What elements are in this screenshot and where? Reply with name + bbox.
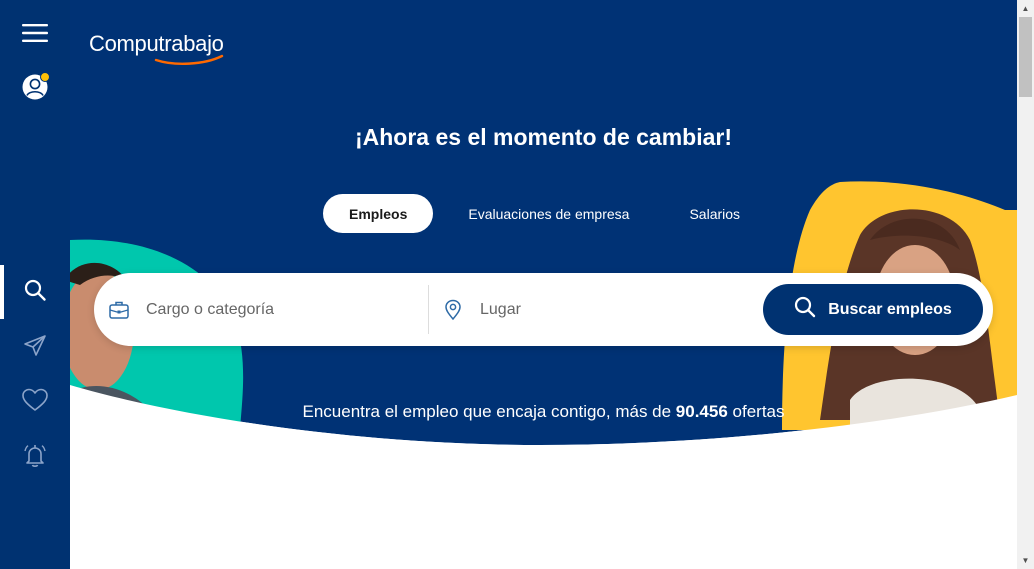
tagline-suffix: ofertas (727, 402, 785, 421)
sidebar-item-alerts[interactable] (0, 431, 70, 481)
job-search-input[interactable] (146, 300, 406, 319)
search-icon (23, 278, 47, 302)
notification-dot (40, 72, 50, 82)
send-icon (22, 333, 48, 359)
bell-icon (21, 442, 49, 470)
hero-section: Computrabajo ¡Ahora es el momento de cam… (70, 0, 1017, 569)
search-tabs: Empleos Evaluaciones de empresa Salarios (323, 194, 766, 233)
job-field (108, 273, 428, 346)
search-button-label: Buscar empleos (828, 300, 952, 318)
logo-swoosh-icon (154, 54, 224, 65)
sidebar-item-favorites[interactable] (0, 375, 70, 425)
page-headline: ¡Ahora es el momento de cambiar! (354, 124, 733, 150)
tab-empleos[interactable]: Empleos (323, 194, 434, 233)
tab-salarios[interactable]: Salarios (663, 194, 766, 233)
menu-button[interactable] (0, 8, 70, 58)
sidebar-item-search[interactable] (0, 265, 70, 319)
scroll-up-arrow-icon[interactable]: ▲ (1017, 0, 1034, 17)
tagline-prefix: Encuentra el empleo que encaja contigo, … (302, 402, 676, 421)
scrollbar-thumb[interactable] (1019, 17, 1032, 97)
user-account-button[interactable] (0, 62, 70, 112)
location-field (442, 273, 742, 346)
menu-icon (22, 23, 48, 43)
briefcase-icon (108, 299, 130, 321)
page-scrollbar[interactable]: ▲ ▼ (1017, 0, 1034, 569)
sidebar-item-applications[interactable] (0, 321, 70, 371)
offers-count: 90.456 (675, 402, 728, 421)
heart-icon (21, 387, 49, 413)
offers-tagline: Encuentra el empleo que encaja contigo, … (70, 402, 1017, 422)
sidebar (0, 0, 70, 569)
search-jobs-button[interactable]: Buscar empleos (763, 284, 983, 335)
field-divider (428, 285, 429, 334)
search-icon (794, 296, 828, 323)
location-pin-icon (442, 299, 464, 321)
search-bar: Buscar empleos (94, 273, 993, 346)
tab-evaluaciones-de-empresa[interactable]: Evaluaciones de empresa (442, 194, 655, 233)
scroll-down-arrow-icon[interactable]: ▼ (1017, 552, 1034, 569)
location-input[interactable] (480, 300, 740, 319)
app: Computrabajo ¡Ahora es el momento de cam… (0, 0, 1034, 569)
